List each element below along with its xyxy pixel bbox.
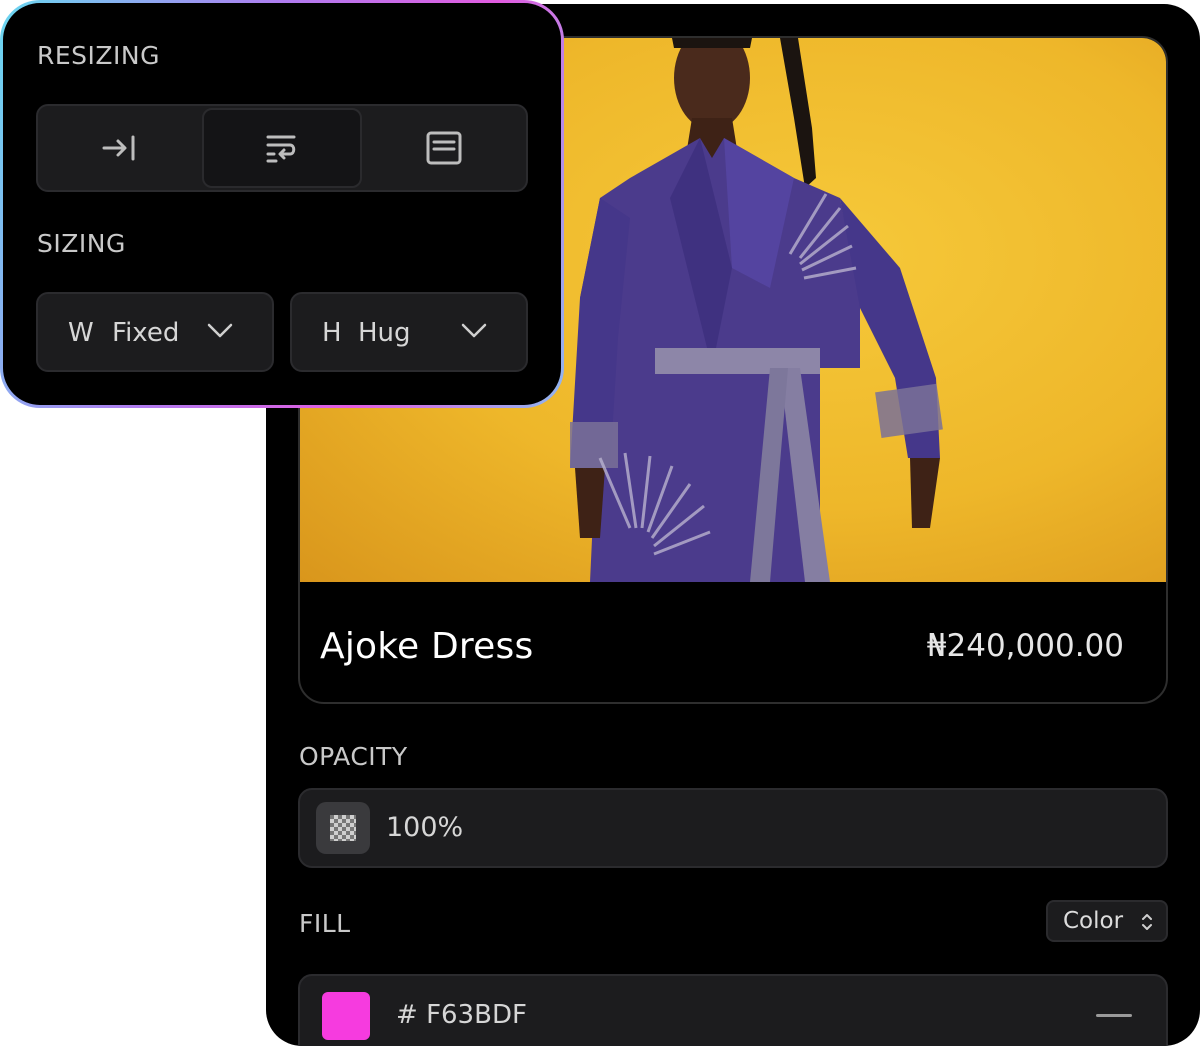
product-name: Ajoke Dress xyxy=(320,626,534,667)
hex-prefix: # xyxy=(396,1000,418,1030)
remove-fill-icon[interactable] xyxy=(1096,1014,1132,1017)
hex-value: F63BDF xyxy=(426,1000,527,1030)
fill-type-label: Color xyxy=(1063,908,1124,934)
layout-popover: RESIZING SIZING W Fixed H Hug xyxy=(0,0,564,408)
chevron-updown-icon xyxy=(1142,914,1152,930)
transparency-icon xyxy=(316,802,370,854)
resizing-section-label: RESIZING xyxy=(37,41,160,70)
fixed-box-icon xyxy=(426,131,462,165)
fill-section-label: FILL xyxy=(299,909,351,938)
width-axis-label: W xyxy=(68,318,94,348)
chevron-down-icon xyxy=(207,323,233,338)
resizing-segmented-control xyxy=(36,104,528,192)
wrap-text-button[interactable] xyxy=(202,108,362,188)
fixed-width-icon xyxy=(102,135,135,161)
wrap-text-icon xyxy=(266,135,296,163)
fill-type-select[interactable]: Color xyxy=(1046,900,1168,942)
width-mode-value: Fixed xyxy=(112,318,180,348)
opacity-input[interactable]: 100% xyxy=(298,788,1168,868)
height-mode-value: Hug xyxy=(358,318,411,348)
color-swatch[interactable] xyxy=(322,992,370,1040)
hex-input[interactable]: # F63BDF xyxy=(396,1000,527,1030)
opacity-section-label: OPACITY xyxy=(299,742,408,771)
fixed-box-button[interactable] xyxy=(364,108,524,188)
layout-popover-body: RESIZING SIZING W Fixed H Hug xyxy=(3,3,561,405)
fill-color-row[interactable]: # F63BDF xyxy=(298,974,1168,1046)
product-price: ₦240,000.00 xyxy=(926,628,1124,664)
sizing-section-label: SIZING xyxy=(37,229,126,258)
height-axis-label: H xyxy=(322,318,342,348)
opacity-value: 100% xyxy=(386,812,464,843)
height-mode-select[interactable]: H Hug xyxy=(290,292,528,372)
width-mode-select[interactable]: W Fixed xyxy=(36,292,274,372)
fixed-width-button[interactable] xyxy=(40,108,200,188)
chevron-down-icon xyxy=(461,323,487,338)
